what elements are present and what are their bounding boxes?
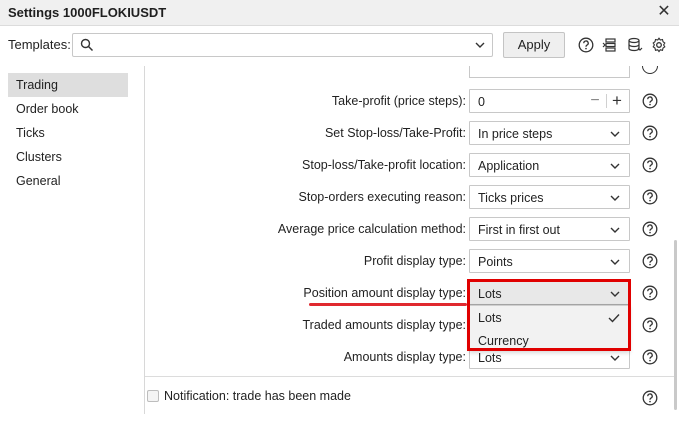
sidebar-item-trading[interactable]: Trading bbox=[8, 73, 128, 97]
amounts-display-value: Lots bbox=[478, 351, 502, 365]
stop-orders-reason-value: Ticks prices bbox=[478, 191, 544, 205]
stop-orders-reason-label: Stop-orders executing reason: bbox=[298, 190, 466, 204]
help-icon[interactable] bbox=[642, 317, 658, 333]
help-icon[interactable] bbox=[642, 253, 658, 269]
profit-display-value: Points bbox=[478, 255, 513, 269]
chevron-down-icon bbox=[610, 291, 620, 297]
profit-display-select[interactable]: Points bbox=[469, 249, 630, 273]
chevron-down-icon bbox=[475, 42, 485, 48]
notification-checkbox[interactable] bbox=[147, 390, 159, 402]
take-profit-steps-input[interactable]: 0 − + bbox=[469, 89, 630, 113]
dropdown-option-label: Lots bbox=[478, 311, 502, 325]
help-icon[interactable] bbox=[642, 125, 658, 141]
label-underline bbox=[309, 303, 467, 306]
stepper-divider bbox=[606, 94, 607, 108]
templates-select[interactable] bbox=[72, 33, 493, 57]
clipped-row bbox=[146, 66, 676, 78]
position-amount-display-select[interactable]: Lots bbox=[469, 281, 630, 305]
help-icon[interactable] bbox=[642, 285, 658, 301]
amounts-display-label: Amounts display type: bbox=[343, 350, 466, 364]
search-icon bbox=[80, 38, 94, 52]
decrement-button[interactable]: − bbox=[587, 92, 603, 110]
check-icon bbox=[608, 314, 620, 323]
take-profit-steps-label: Take-profit (price steps): bbox=[331, 94, 466, 108]
profit-display-label: Profit display type: bbox=[363, 254, 466, 268]
help-icon[interactable] bbox=[642, 157, 658, 173]
close-icon[interactable]: ✕ bbox=[655, 3, 673, 21]
sidebar-item-general[interactable]: General bbox=[8, 169, 128, 193]
dropdown-option-label: Currency bbox=[478, 334, 529, 348]
dropdown-option-currency[interactable]: Currency bbox=[470, 330, 629, 352]
avg-price-method-value: First in first out bbox=[478, 223, 560, 237]
layers-icon[interactable] bbox=[602, 37, 618, 53]
chevron-down-icon bbox=[610, 259, 620, 265]
sidebar-item-ticks[interactable]: Ticks bbox=[8, 121, 128, 145]
take-profit-steps-value: 0 bbox=[478, 95, 485, 109]
sl-tp-location-label: Stop-loss/Take-profit location: bbox=[302, 158, 466, 172]
title-bar: Settings 1000FLOKIUSDT ✕ bbox=[0, 0, 679, 26]
traded-amounts-display-label: Traded amounts display type: bbox=[302, 318, 466, 332]
set-sl-tp-value: In price steps bbox=[478, 127, 553, 141]
help-icon[interactable] bbox=[578, 37, 594, 53]
avg-price-method-label: Average price calculation method: bbox=[277, 222, 466, 236]
templates-bar: Templates: Apply bbox=[0, 26, 679, 64]
help-icon[interactable] bbox=[642, 189, 658, 205]
position-amount-display-value: Lots bbox=[478, 287, 502, 301]
help-icon[interactable] bbox=[642, 221, 658, 237]
scrollbar[interactable] bbox=[674, 240, 677, 410]
help-icon[interactable] bbox=[642, 390, 658, 406]
position-amount-dropdown: Lots Currency bbox=[469, 305, 630, 351]
avg-price-method-select[interactable]: First in first out bbox=[469, 217, 630, 241]
help-icon[interactable] bbox=[642, 349, 658, 365]
stop-orders-reason-select[interactable]: Ticks prices bbox=[469, 185, 630, 209]
templates-label: Templates: bbox=[8, 37, 71, 52]
divider bbox=[145, 376, 675, 377]
sl-tp-location-select[interactable]: Application bbox=[469, 153, 630, 177]
chevron-down-icon bbox=[610, 355, 620, 361]
help-icon[interactable] bbox=[642, 93, 658, 109]
window-title: Settings 1000FLOKIUSDT bbox=[8, 5, 167, 20]
sl-tp-location-value: Application bbox=[478, 159, 540, 173]
increment-button[interactable]: + bbox=[609, 92, 625, 110]
apply-button[interactable]: Apply bbox=[503, 32, 565, 58]
gear-icon[interactable] bbox=[651, 37, 667, 53]
dropdown-option-lots[interactable]: Lots bbox=[470, 307, 629, 329]
database-icon[interactable] bbox=[627, 37, 643, 53]
chevron-down-icon bbox=[610, 227, 620, 233]
chevron-down-icon bbox=[610, 163, 620, 169]
notification-label: Notification: trade has been made bbox=[164, 389, 351, 403]
chevron-down-icon bbox=[610, 131, 620, 137]
position-amount-display-label: Position amount display type: bbox=[303, 286, 466, 300]
sidebar-item-clusters[interactable]: Clusters bbox=[8, 145, 128, 169]
set-sl-tp-label: Set Stop-loss/Take-Profit: bbox=[324, 126, 466, 140]
sidebar: Trading Order book Ticks Clusters Genera… bbox=[8, 73, 128, 193]
chevron-down-icon bbox=[610, 195, 620, 201]
sidebar-item-order-book[interactable]: Order book bbox=[8, 97, 128, 121]
set-sl-tp-select[interactable]: In price steps bbox=[469, 121, 630, 145]
